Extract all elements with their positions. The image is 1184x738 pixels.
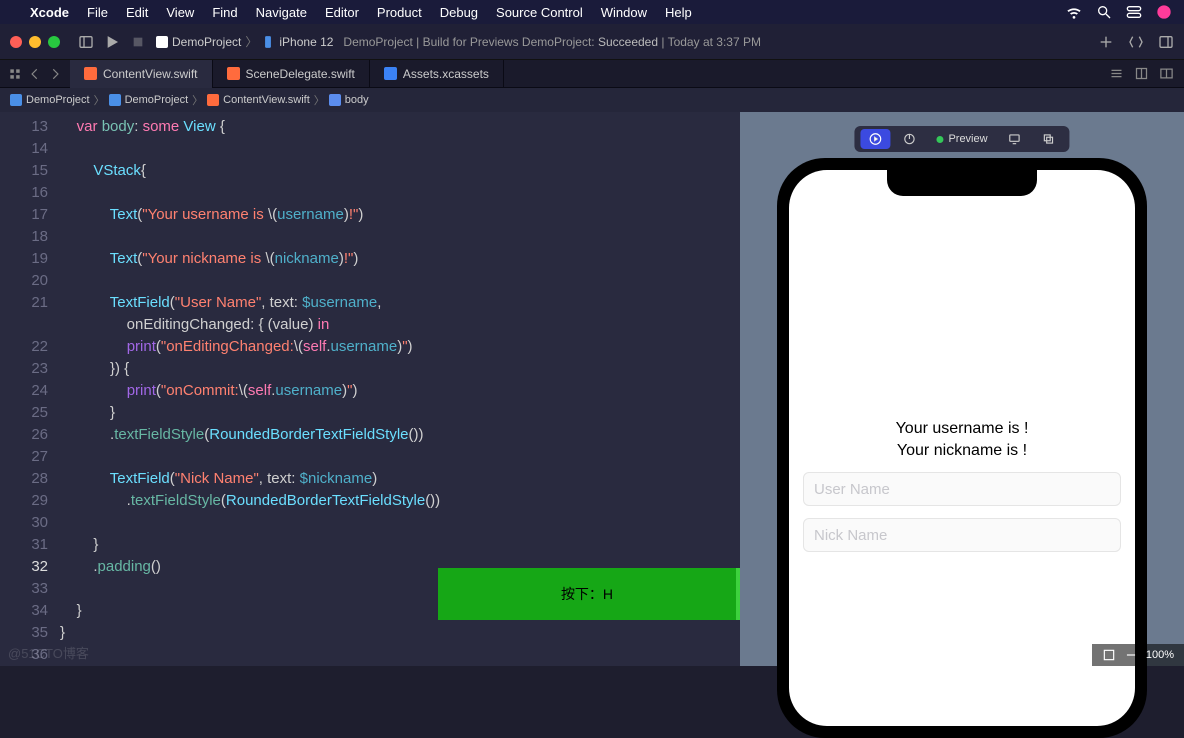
add-editor-icon[interactable] [1159,66,1174,81]
minimize-window-button[interactable] [29,36,41,48]
adjust-editor-icon[interactable] [1134,66,1149,81]
keypress-overlay: 按下：H [438,568,740,620]
stop-button-icon[interactable] [130,34,146,50]
status-dot-icon [936,136,943,143]
zoom-dock: 100% [1092,644,1184,666]
app-icon [156,36,168,48]
line-number-gutter: 1314151617181920212223242526272829303132… [0,112,60,666]
wifi-icon[interactable] [1066,4,1082,20]
menu-source-control[interactable]: Source Control [496,5,583,20]
nav-back-icon[interactable] [28,67,42,81]
scheme-project-label: DemoProject [172,35,241,49]
monitor-icon [1008,132,1022,146]
run-button-icon[interactable] [104,34,120,50]
editor-options-icon[interactable] [1109,66,1124,81]
tab-scenedelegate[interactable]: SceneDelegate.swift [213,60,370,88]
main-split: 1314151617181920212223242526272829303132… [0,112,1184,666]
related-items-icon[interactable] [8,67,22,81]
sim-nickname-label: Your nickname is ! [897,442,1027,460]
menu-edit[interactable]: Edit [126,5,148,20]
tab-contentview[interactable]: ContentView.swift [70,60,213,88]
watermark: @51CTO博客 [8,643,89,662]
preview-screen[interactable]: Your username is ! Your nickname is ! Us… [789,170,1135,726]
swift-file-icon [227,67,240,80]
menu-editor[interactable]: Editor [325,5,359,20]
window-controls [10,36,60,48]
duplicate-icon [1042,132,1056,146]
activity-status: DemoProject | Build for Previews DemoPro… [343,35,1088,49]
menu-file[interactable]: File [87,5,108,20]
zoom-window-button[interactable] [48,36,60,48]
add-icon[interactable] [1098,34,1114,50]
control-center-icon[interactable] [1126,4,1142,20]
live-preview-button[interactable] [860,129,890,149]
folder-icon [109,94,121,106]
preview-canvas: Preview Your username is ! Your nickname… [740,112,1184,666]
sim-nickname-field[interactable]: Nick Name [803,518,1121,552]
property-icon [329,94,341,106]
iphone-notch [887,170,1037,196]
sim-username-field[interactable]: User Name [803,472,1121,506]
menu-window[interactable]: Window [601,5,647,20]
power-icon-button[interactable] [894,129,924,149]
menu-help[interactable]: Help [665,5,692,20]
swift-file-icon [84,67,97,80]
jump-bar[interactable]: DemoProject〉 DemoProject〉 ContentView.sw… [0,88,1184,112]
menu-navigate[interactable]: Navigate [256,5,307,20]
xcode-toolbar: DemoProject 〉 iPhone 12 DemoProject | Bu… [0,24,1184,60]
menu-find[interactable]: Find [212,5,237,20]
editor-tabbar: ContentView.swift SceneDelegate.swift As… [0,60,1184,88]
zoom-out-icon[interactable] [1124,648,1138,662]
scheme-selector[interactable]: DemoProject 〉 iPhone 12 [156,33,333,50]
menu-product[interactable]: Product [377,5,422,20]
code-editor[interactable]: 1314151617181920212223242526272829303132… [0,112,740,666]
menu-debug[interactable]: Debug [440,5,478,20]
minimap-icon[interactable] [1102,648,1116,662]
search-icon[interactable] [1096,4,1112,20]
project-icon [10,94,22,106]
sidebar-toggle-icon[interactable] [78,34,94,50]
nav-forward-icon[interactable] [48,67,62,81]
assets-file-icon [384,67,397,80]
siri-icon[interactable] [1156,4,1172,20]
sim-username-label: Your username is ! [896,420,1029,438]
device-settings-button[interactable] [1000,129,1030,149]
inspector-toggle-icon[interactable] [1158,34,1174,50]
preview-toggle[interactable]: Preview [928,129,995,149]
close-window-button[interactable] [10,36,22,48]
tab-assets[interactable]: Assets.xcassets [370,60,504,88]
code-review-icon[interactable] [1128,34,1144,50]
app-name[interactable]: Xcode [30,5,69,20]
menu-view[interactable]: View [166,5,194,20]
scheme-device-label: iPhone 12 [279,35,333,49]
swift-file-icon [207,94,219,106]
macos-menubar: Xcode File Edit View Find Navigate Edito… [0,0,1184,24]
preview-toolbar: Preview [854,126,1069,152]
device-icon [261,35,275,49]
play-circle-icon [868,132,882,146]
duplicate-preview-button[interactable] [1034,129,1064,149]
zoom-level[interactable]: 100% [1146,649,1174,661]
